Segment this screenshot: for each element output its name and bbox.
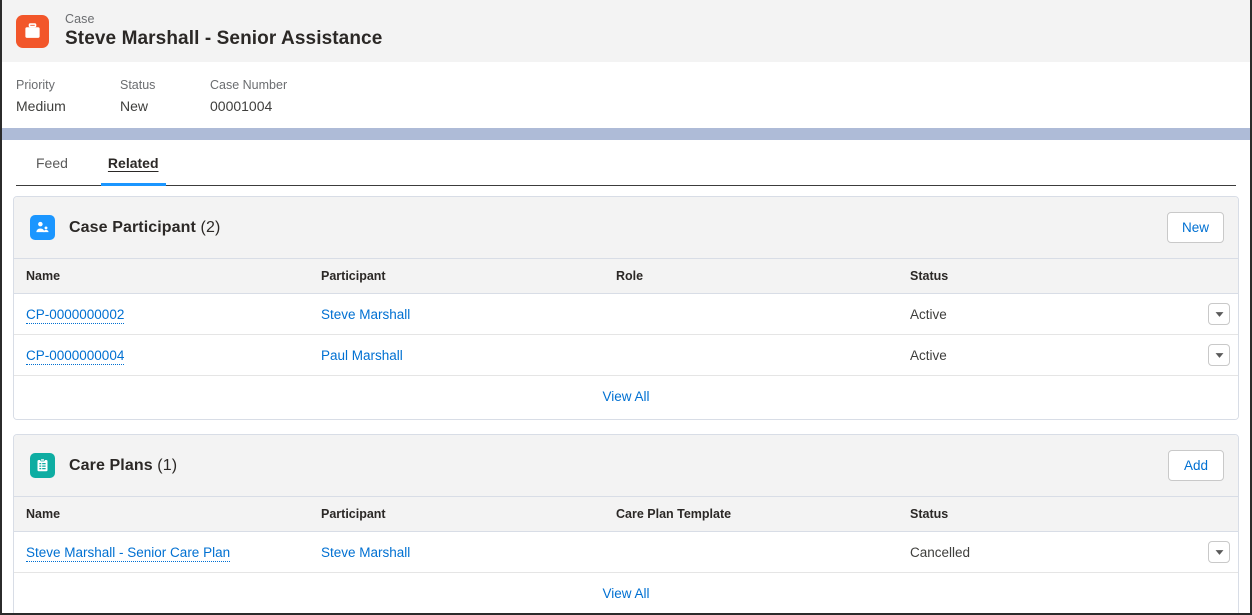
column-header-actions <box>1192 259 1238 294</box>
field-label: Case Number <box>210 78 288 92</box>
cell-participant: Steve Marshall <box>309 531 604 573</box>
case-record-page: Case Steve Marshall - Senior Assistance … <box>0 0 1252 615</box>
related-list-footer: View All <box>14 573 1238 613</box>
table-row: Steve Marshall - Senior Care Plan Steve … <box>14 531 1238 573</box>
header-divider-band <box>2 128 1250 140</box>
clipboard-icon <box>30 453 55 478</box>
field-label: Priority <box>16 78 55 92</box>
case-participant-table: Name Participant Role Status CP-00000000… <box>14 259 1238 376</box>
view-all-link[interactable]: View All <box>602 389 649 404</box>
cell-participant: Paul Marshall <box>309 334 604 376</box>
related-list-count: (2) <box>200 218 221 236</box>
record-header: Case Steve Marshall - Senior Assistance <box>2 0 1250 62</box>
participant-link[interactable]: Steve Marshall <box>321 545 410 560</box>
related-list-case-participant: Case Participant (2) New Name Participan… <box>13 196 1239 420</box>
cell-care-plan-template <box>604 531 898 573</box>
cell-status: Cancelled <box>898 531 1192 573</box>
related-list-name: Care Plans <box>69 456 153 474</box>
column-header-care-plan-template[interactable]: Care Plan Template <box>604 497 898 532</box>
cell-name: CP-0000000002 <box>14 293 309 335</box>
object-label: Case <box>65 11 95 26</box>
cell-status: Active <box>898 293 1192 335</box>
column-header-status[interactable]: Status <box>898 497 1192 532</box>
related-list-title: Case Participant (2) <box>69 219 220 237</box>
record-name-link[interactable]: Steve Marshall - Senior Care Plan <box>26 544 231 562</box>
cell-participant: Steve Marshall <box>309 293 604 335</box>
chevron-down-icon[interactable] <box>1208 541 1230 563</box>
field-label: Status <box>120 78 156 92</box>
highlight-field-status: Status New <box>120 77 210 116</box>
briefcase-icon <box>16 14 49 48</box>
column-header-status[interactable]: Status <box>898 259 1192 294</box>
view-all-link[interactable]: View All <box>602 586 649 601</box>
related-list-actions: Add <box>1168 450 1224 481</box>
related-list-actions: New <box>1166 212 1224 243</box>
related-list-footer: View All <box>14 376 1238 419</box>
record-title-block: Case Steve Marshall - Senior Assistance <box>65 12 382 50</box>
column-header-role[interactable]: Role <box>604 259 898 294</box>
participant-link[interactable]: Steve Marshall <box>321 307 410 322</box>
cell-row-actions <box>1192 531 1238 573</box>
new-button[interactable]: New <box>1166 212 1224 243</box>
highlight-field-case-number: Case Number 00001004 <box>210 77 287 116</box>
tab-related[interactable]: Related <box>88 140 179 186</box>
care-plans-table: Name Participant Care Plan Template Stat… <box>14 497 1238 573</box>
tab-feed[interactable]: Feed <box>16 140 88 185</box>
related-list-care-plans: Care Plans (1) Add Name Participant Care… <box>13 434 1239 613</box>
column-header-name[interactable]: Name <box>14 497 309 532</box>
cell-role <box>604 293 898 335</box>
table-header-row: Name Participant Role Status <box>14 259 1238 294</box>
related-list-header: Care Plans (1) Add <box>14 435 1238 497</box>
related-list-name: Case Participant <box>69 218 196 236</box>
column-header-participant[interactable]: Participant <box>309 259 604 294</box>
related-list-title: Care Plans (1) <box>69 457 177 475</box>
chevron-down-icon[interactable] <box>1208 303 1230 325</box>
cell-status: Active <box>898 334 1192 376</box>
column-header-actions <box>1192 497 1238 532</box>
column-header-name[interactable]: Name <box>14 259 309 294</box>
record-name-link[interactable]: CP-0000000004 <box>26 347 125 365</box>
column-header-participant[interactable]: Participant <box>309 497 604 532</box>
cell-row-actions <box>1192 293 1238 335</box>
table-row: CP-0000000002 Steve Marshall Active <box>14 293 1238 335</box>
highlight-field-priority: Priority Medium <box>16 77 120 116</box>
related-lists-container: Case Participant (2) New Name Participan… <box>2 186 1250 613</box>
highlights-panel: Priority Medium Status New Case Number 0… <box>2 62 1250 128</box>
related-list-header: Case Participant (2) New <box>14 197 1238 259</box>
person-account-icon <box>30 215 55 240</box>
tab-list: Feed Related <box>16 140 1236 186</box>
record-tabset: Feed Related <box>2 140 1250 186</box>
cell-row-actions <box>1192 334 1238 376</box>
cell-role <box>604 334 898 376</box>
cell-name: CP-0000000004 <box>14 334 309 376</box>
add-button[interactable]: Add <box>1168 450 1224 481</box>
field-value: 00001004 <box>210 97 273 114</box>
field-value: New <box>120 97 149 114</box>
page-title: Steve Marshall - Senior Assistance <box>65 28 383 50</box>
field-value: Medium <box>16 97 66 114</box>
cell-name: Steve Marshall - Senior Care Plan <box>14 531 309 573</box>
chevron-down-icon[interactable] <box>1208 344 1230 366</box>
participant-link[interactable]: Paul Marshall <box>321 348 403 363</box>
related-list-count: (1) <box>157 456 178 474</box>
table-header-row: Name Participant Care Plan Template Stat… <box>14 497 1238 532</box>
table-row: CP-0000000004 Paul Marshall Active <box>14 334 1238 376</box>
record-name-link[interactable]: CP-0000000002 <box>26 306 125 324</box>
